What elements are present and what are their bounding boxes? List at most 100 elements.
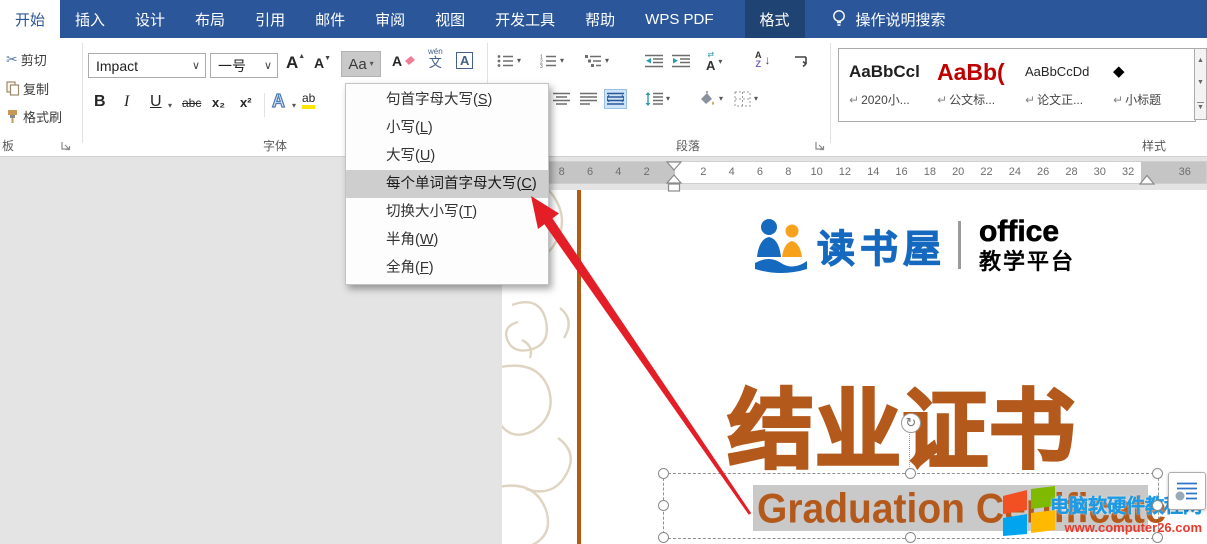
text-effects-button[interactable]: A <box>272 91 285 112</box>
tab-references[interactable]: 引用 <box>240 0 300 38</box>
format-painter-button[interactable]: 格式刷 <box>6 107 62 126</box>
multilevel-list-icon <box>585 54 602 68</box>
grow-font-button[interactable]: A▲ <box>286 53 305 73</box>
change-case-button[interactable]: Aa ▾ <box>341 51 381 77</box>
selection-handle-bottom-mid[interactable] <box>905 532 916 543</box>
rotation-handle[interactable]: ↻ <box>901 413 921 433</box>
strikethrough-button[interactable]: abc <box>182 96 201 110</box>
tab-insert[interactable]: 插入 <box>60 0 120 38</box>
dropdown-arrow-icon: ▾ <box>370 60 374 68</box>
tab-review[interactable]: 审阅 <box>360 0 420 38</box>
dropdown-arrow-icon: ▾ <box>719 95 723 103</box>
menu-item-lowercase[interactable]: 小写(L) <box>346 114 548 142</box>
selection-handle-mid-right[interactable] <box>1152 500 1163 511</box>
clear-formatting-button[interactable]: A <box>392 52 416 69</box>
menu-item-capitalize-each-word[interactable]: 每个单词首字母大写(C) <box>346 170 548 198</box>
underline-dropdown-arrow-icon[interactable]: ▾ <box>168 102 172 110</box>
menu-item-full-width[interactable]: 全角(F) <box>346 254 548 282</box>
styles-gallery-scrollbar[interactable]: ▲ ▼ ▼ <box>1194 48 1207 120</box>
style-gallery-item[interactable]: ◆↵小标题 <box>1103 49 1191 121</box>
font-size-value: 一号 <box>218 56 246 76</box>
ribbon-tab-bar: 开始插入设计布局引用邮件审阅视图开发工具帮助WPS PDF 格式 操作说明搜索 <box>0 0 1207 38</box>
change-case-menu: 句首字母大写(S)小写(L)大写(U)每个单词首字母大写(C)切换大小写(T)半… <box>345 83 549 285</box>
tab-layout[interactable]: 布局 <box>180 0 240 38</box>
selection-handle-bottom-right[interactable] <box>1152 532 1163 543</box>
superscript-button[interactable]: x² <box>240 95 252 110</box>
justify-button[interactable] <box>580 92 597 106</box>
selection-handle-top-left[interactable] <box>658 468 669 479</box>
tab-format[interactable]: 格式 <box>745 0 805 38</box>
show-hide-marks-button[interactable] <box>793 53 809 68</box>
line-spacing-button[interactable]: ▾ <box>645 92 670 106</box>
tab-developer[interactable]: 开发工具 <box>480 0 570 38</box>
selection-handle-bottom-left[interactable] <box>658 532 669 543</box>
distributed-icon <box>607 92 624 106</box>
asian-layout-icon: ⇄A <box>706 51 715 72</box>
character-border-button[interactable]: A <box>456 52 473 69</box>
selection-handle-mid-left[interactable] <box>658 500 669 511</box>
tab-view[interactable]: 视图 <box>420 0 480 38</box>
sort-icon: AZ <box>755 51 762 69</box>
paint-bucket-icon <box>697 91 716 107</box>
gallery-more-icon[interactable]: ▼ <box>1197 102 1204 111</box>
font-name-combobox[interactable]: Impact ∨ <box>88 53 206 78</box>
bold-button[interactable]: B <box>94 93 106 111</box>
shading-button[interactable]: ▾ <box>697 91 723 107</box>
scroll-up-icon[interactable]: ▲ <box>1197 57 1204 64</box>
ruler-number: 6 <box>587 166 593 178</box>
menu-item-sentence-case[interactable]: 句首字母大写(S) <box>346 86 548 114</box>
justify-icon <box>580 92 597 106</box>
numbering-icon: 123 <box>540 54 557 68</box>
phonetic-guide-button[interactable]: wén 文 <box>428 48 443 69</box>
line-spacing-icon <box>645 92 663 106</box>
font-size-combobox[interactable]: 一号 ∨ <box>210 53 278 78</box>
numbering-button[interactable]: 123 ▾ <box>540 54 564 68</box>
align-center-button[interactable] <box>553 92 570 106</box>
clipboard-dialog-launcher-icon[interactable] <box>60 140 72 152</box>
tab-mailings[interactable]: 邮件 <box>300 0 360 38</box>
menu-item-uppercase[interactable]: 大写(U) <box>346 142 548 170</box>
selection-handle-top-mid[interactable] <box>905 468 916 479</box>
eraser-icon <box>401 52 416 66</box>
menu-item-half-width[interactable]: 半角(W) <box>346 226 548 254</box>
tell-me-search[interactable]: 操作说明搜索 <box>831 0 946 38</box>
multilevel-list-button[interactable]: ▾ <box>585 54 609 68</box>
increase-indent-button[interactable] <box>672 54 690 68</box>
brand-office-label: office <box>979 217 1075 247</box>
asian-layout-button[interactable]: ⇄A ▾ <box>706 51 722 72</box>
horizontal-ruler[interactable]: 864224681012141618202224262830323638 <box>502 161 1207 184</box>
align-center-icon <box>553 92 570 106</box>
caret-up-icon: ▲ <box>298 53 305 60</box>
selection-handle-top-right[interactable] <box>1152 468 1163 479</box>
tab-wps-pdf[interactable]: WPS PDF <box>630 0 728 38</box>
dropdown-arrow-icon: ▾ <box>718 58 722 66</box>
copy-button[interactable]: 复制 <box>6 79 49 98</box>
decrease-indent-button[interactable] <box>645 54 663 68</box>
sort-button[interactable]: AZ ↓ <box>755 51 771 69</box>
italic-button[interactable]: I <box>124 93 129 111</box>
subscript-button[interactable]: x₂ <box>212 95 225 110</box>
styles-group-label: 样式 <box>1142 137 1166 154</box>
cut-button[interactable]: ✂ 剪切 <box>6 50 47 69</box>
underline-button[interactable]: U <box>150 93 162 111</box>
bullets-button[interactable]: ▾ <box>497 54 521 68</box>
document-page[interactable]: 读书屋 office 教学平台 结业证书 Graduation Certific… <box>502 190 1207 544</box>
paragraph-dialog-launcher-icon[interactable] <box>814 140 826 152</box>
style-preview: AaBbCcl <box>849 57 920 87</box>
style-gallery-item[interactable]: AaBbCcDd↵论文正... <box>1015 49 1103 121</box>
tab-help[interactable]: 帮助 <box>570 0 630 38</box>
format-painter-label: 格式刷 <box>23 107 62 126</box>
brand-logo: 读书屋 office 教学平台 <box>755 215 1075 275</box>
shrink-font-button[interactable]: A▼ <box>314 55 331 71</box>
distributed-button[interactable] <box>604 89 627 109</box>
menu-item-toggle-case[interactable]: 切换大小写(T) <box>346 198 548 226</box>
tab-design[interactable]: 设计 <box>120 0 180 38</box>
style-gallery-item[interactable]: AaBbCcl↵2020小... <box>839 49 927 121</box>
borders-button[interactable]: ▾ <box>734 91 758 107</box>
style-gallery-item[interactable]: AaBb(↵公文标... <box>927 49 1015 121</box>
text-highlight-button[interactable]: ab <box>302 91 315 109</box>
layout-options-button[interactable] <box>1168 472 1206 510</box>
scroll-down-icon[interactable]: ▼ <box>1197 79 1204 86</box>
tab-home[interactable]: 开始 <box>0 0 60 38</box>
ruler-number: 14 <box>867 166 879 178</box>
